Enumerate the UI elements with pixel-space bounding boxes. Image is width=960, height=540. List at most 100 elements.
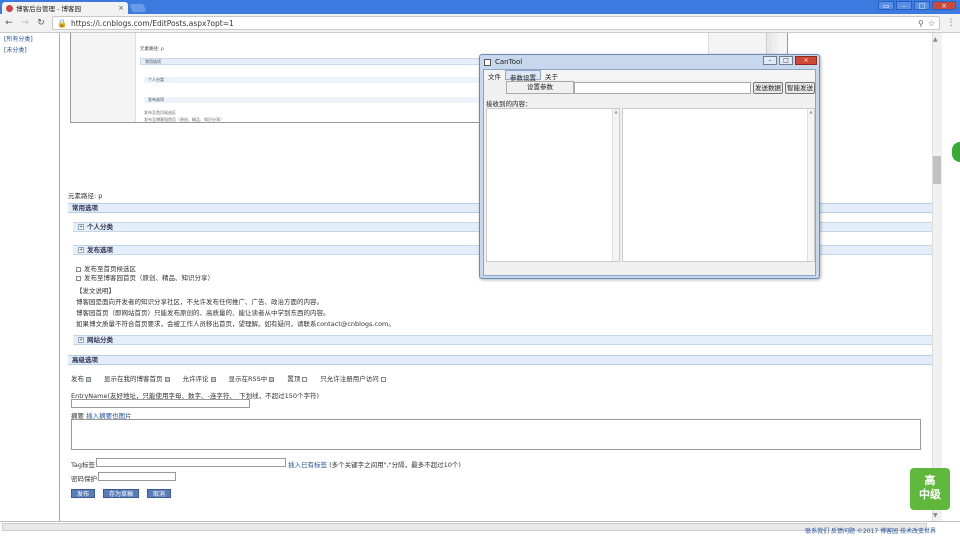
url-bar[interactable]: 🔒 https://i.cnblogs.com/EditPosts.aspx?o… <box>52 16 940 30</box>
send-data-button[interactable]: 发送数据 <box>753 82 783 94</box>
adv-checkbox-rss[interactable]: 显示在RSS中 <box>229 373 278 383</box>
maximize-icon[interactable]: □ <box>779 56 793 65</box>
advanced-options-title: 高级选项 <box>72 356 98 364</box>
notice-line-1: 博客园是面向开发者的知识分享社区，不允许发布任何推广、广告、政治方面的内容。 <box>76 298 323 306</box>
menu-item-set-params[interactable]: 设置参数 <box>506 81 574 94</box>
tag-input[interactable] <box>96 458 286 467</box>
bookmark-star-icon[interactable]: ☆ <box>928 19 935 28</box>
cantool-window-controls: – □ × <box>763 56 817 65</box>
adv-checkbox-pin[interactable]: 置顶 <box>287 373 310 383</box>
checkbox-homepage[interactable]: 发布至博客园首页（原创、精品、知识分享） <box>76 272 214 282</box>
password-label: 密码保护 <box>71 475 97 483</box>
app-icon <box>484 58 491 66</box>
expand-plus-icon[interactable]: + <box>78 224 84 230</box>
checkbox-icon[interactable] <box>86 376 91 382</box>
checkbox-icon[interactable] <box>76 275 81 281</box>
checkbox-icon[interactable] <box>380 376 386 382</box>
url-text[interactable]: https://i.cnblogs.com/EditPosts.aspx?opt… <box>71 19 914 28</box>
site-category-bar[interactable]: + 网站分类 <box>73 335 937 345</box>
checkbox-icon[interactable] <box>210 376 216 382</box>
secure-lock-icon: 🔒 <box>57 18 67 28</box>
adv-checkbox-registered-only[interactable]: 只允许注册用户访问 <box>320 373 389 383</box>
browser-tab[interactable]: 博客后台管理 - 博客园 × <box>2 2 128 14</box>
floating-side-icon[interactable] <box>952 142 960 162</box>
personal-category-title: 个人分类 <box>87 223 113 231</box>
adv-checkbox-allow-comment[interactable]: 允许评论 <box>183 373 219 383</box>
reload-icon[interactable]: ↻ <box>36 18 46 28</box>
floating-level-widget[interactable]: 高 中级 <box>910 468 950 510</box>
notice-title: 【发文说明】 <box>76 287 115 295</box>
zoom-icon[interactable]: ⚲ <box>918 19 924 28</box>
close-window-icon[interactable]: × <box>932 1 956 10</box>
advanced-options-bar[interactable]: 高级选项 <box>68 355 940 365</box>
widget-line1: 高 <box>924 474 936 487</box>
window-controls: ▭ – □ × <box>878 1 956 10</box>
category-sidebar: [所有分类] [未分类] <box>0 33 60 521</box>
expand-plus-icon[interactable]: + <box>78 247 84 253</box>
notice-line-3: 如果博文质量不符合首页要求，会被工作人员移出首页，望理解。如有疑问，请联系con… <box>76 320 395 328</box>
cantool-window: CanTool – □ × 文件 参数设置 关于 设置参数 发送数据 智能发送 … <box>479 54 820 279</box>
received-textarea-left[interactable]: ▲ <box>486 108 620 262</box>
publish-options-title: 发布选项 <box>87 246 113 254</box>
scroll-down-icon[interactable]: ▼ <box>933 512 938 519</box>
adv-checkbox-publish[interactable]: 发布 <box>71 373 94 383</box>
common-options-title: 常用选项 <box>72 204 98 212</box>
insert-tag-link[interactable]: 插入已有标签 <box>288 461 327 469</box>
auto-send-button[interactable]: 智能发送 <box>785 82 815 94</box>
tab-close-icon[interactable]: × <box>118 4 124 12</box>
widget-line2: 中级 <box>919 488 941 501</box>
adv-checkbox-show-home[interactable]: 显示在我的博客首页 <box>104 373 173 383</box>
preview-check2: 发布至博客园首页（原创、精品、知识分享） <box>144 117 224 122</box>
cancel-button[interactable]: 取消 <box>147 489 172 498</box>
menu-settings[interactable]: 参数设置 <box>505 70 541 82</box>
tag-hint: (多个关键字之间用","分隔，最多不超过10个) <box>329 461 461 469</box>
minimize-icon[interactable]: – <box>763 56 777 65</box>
textarea-scrollbar[interactable]: ▲ <box>807 109 814 261</box>
publish-button[interactable]: 发布 <box>71 489 96 498</box>
sidebar-item-uncategorized[interactable]: [未分类] <box>0 44 59 55</box>
site-category-title: 网站分类 <box>87 336 113 344</box>
expand-plus-icon[interactable]: + <box>78 337 84 343</box>
preview-check1: 发布至首页候选区 <box>144 110 176 115</box>
site-favicon-icon <box>6 4 13 12</box>
sidebar-item-all-categories[interactable]: [所有分类] <box>0 33 59 44</box>
tag-hint-row: 插入已有标签 (多个关键字之间用","分隔，最多不超过10个) <box>288 459 461 469</box>
minimize-icon[interactable]: – <box>896 1 912 10</box>
checkbox-icon[interactable] <box>164 376 170 382</box>
menu-about[interactable]: 关于 <box>541 70 562 81</box>
address-toolbar: ← → ↻ 🔒 https://i.cnblogs.com/EditPosts.… <box>0 14 960 33</box>
element-path: 元素路径: p <box>68 192 103 200</box>
footer-links[interactable]: 联系我们 反馈问题 ©2017 博客园 技术改变世界 <box>805 526 936 535</box>
forward-arrow-icon[interactable]: → <box>20 18 30 28</box>
page-scrollbar-thumb[interactable] <box>933 156 941 184</box>
password-input[interactable] <box>98 472 176 481</box>
notice-line-2: 博客园首页（即网站首页）只能发布原创的、高质量的、能让读者从中学到东西的内容。 <box>76 309 330 317</box>
tag-label: Tag标签 <box>71 461 96 469</box>
cantool-title: CanTool <box>495 58 523 66</box>
browser-menu-icon[interactable]: ⋮ <box>946 18 956 28</box>
cantool-menubar: 文件 参数设置 关于 <box>484 70 815 82</box>
scroll-up-icon[interactable]: ▲ <box>933 36 938 43</box>
save-draft-button[interactable]: 存为草稿 <box>103 489 140 498</box>
new-tab-button[interactable] <box>129 4 147 12</box>
maximize-icon[interactable]: □ <box>914 1 930 10</box>
received-label: 接收到的内容： <box>486 100 532 108</box>
checkbox-icon[interactable] <box>76 266 81 272</box>
horizontal-scrollbar[interactable] <box>2 523 927 531</box>
summary-textarea[interactable] <box>71 419 921 450</box>
close-icon[interactable]: × <box>795 56 817 65</box>
cantool-body: 文件 参数设置 关于 设置参数 发送数据 智能发送 接收到的内容： ▲ ▲ <box>483 69 816 276</box>
preview-elpath: 元素路径: p <box>140 47 164 52</box>
back-arrow-icon[interactable]: ← <box>4 18 14 28</box>
menu-file[interactable]: 文件 <box>484 70 505 81</box>
received-textarea-right[interactable]: ▲ <box>622 108 815 262</box>
textarea-scrollbar[interactable]: ▲ <box>612 109 619 261</box>
action-buttons: 发布 存为草稿 取消 <box>71 489 172 498</box>
entryname-input[interactable] <box>71 399 250 408</box>
tab-title: 博客后台管理 - 博客园 <box>16 5 81 13</box>
page-scrollbar[interactable] <box>932 33 942 521</box>
send-data-input[interactable] <box>574 82 751 94</box>
user-icon[interactable]: ▭ <box>878 1 894 10</box>
checkbox-icon[interactable] <box>302 376 308 382</box>
checkbox-icon[interactable] <box>269 376 275 382</box>
